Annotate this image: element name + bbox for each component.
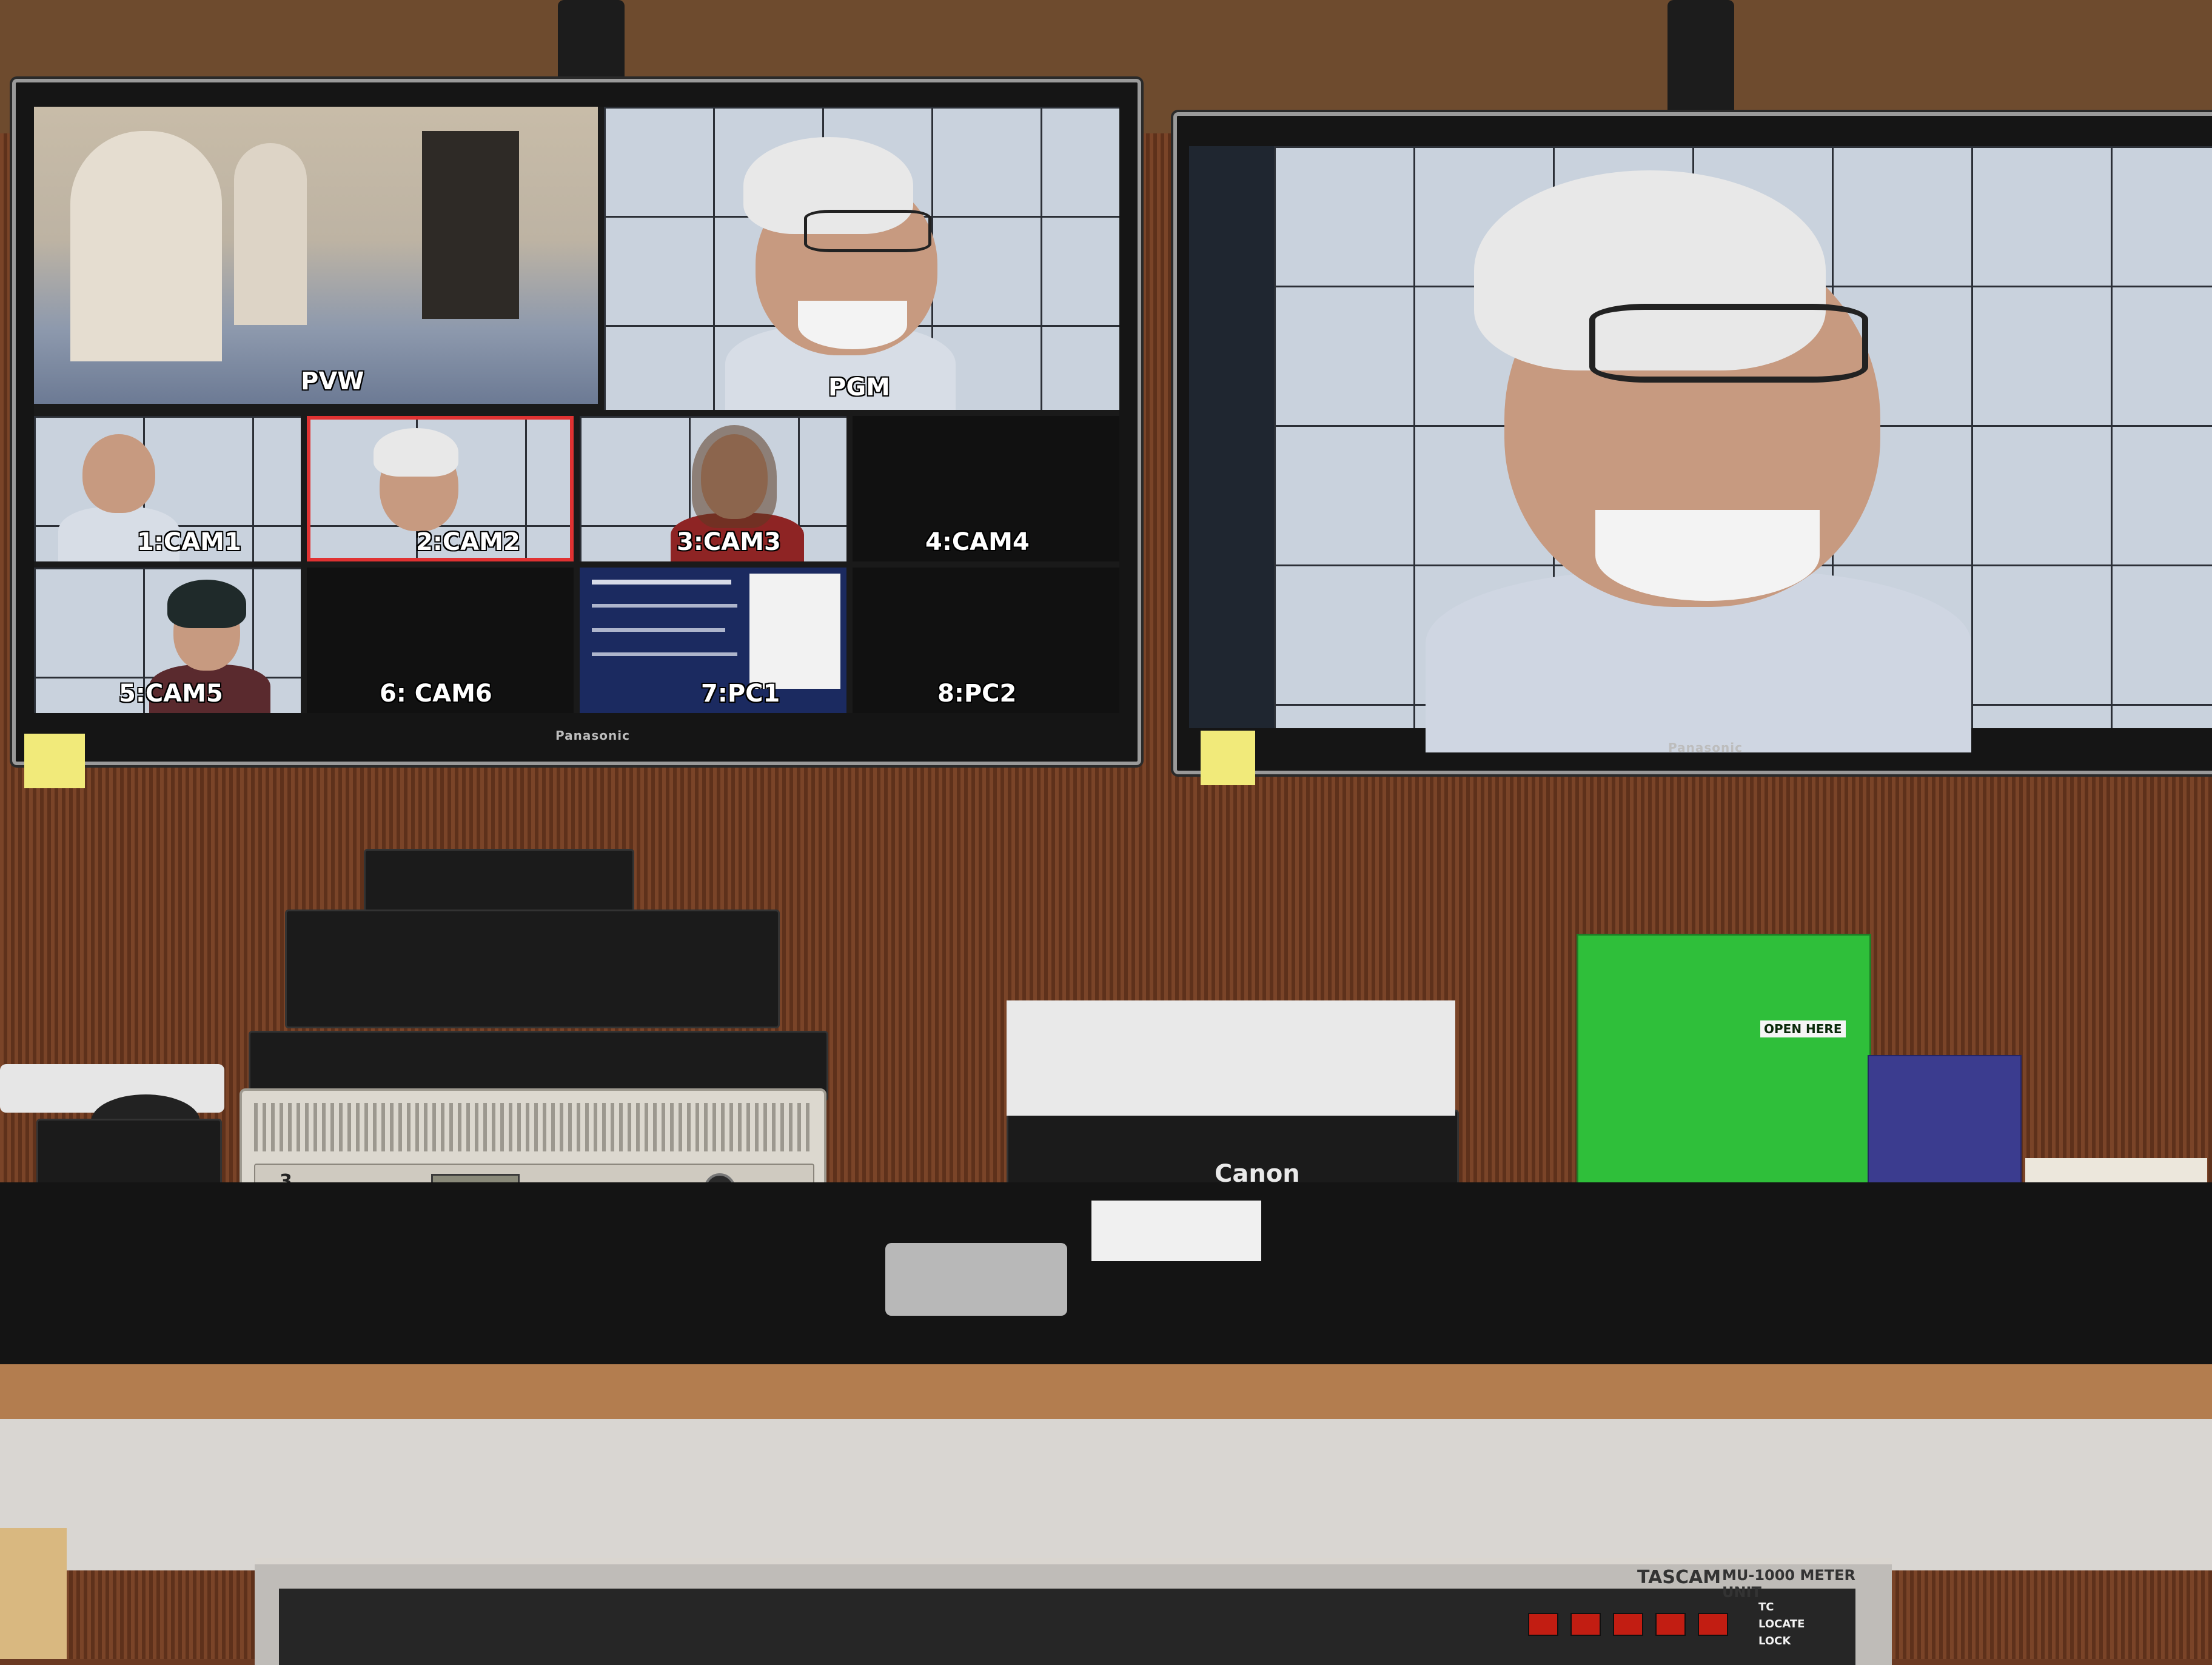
console-brand: TASCAM: [1637, 1567, 1721, 1588]
multiviewer-screen: PVW PGM 1:CAM1 2:CAM2 3:CAM3 4:CAM4 5:CA…: [34, 107, 1119, 713]
meter-digit: [1613, 1613, 1643, 1636]
tile-label-cam5: 5:CAM5: [119, 680, 223, 708]
monitor-brand-left: Panasonic: [555, 728, 630, 743]
mount-pole-left: [558, 0, 625, 91]
tile-cam3[interactable]: 3:CAM3: [580, 416, 846, 561]
tile-label-cam4: 4:CAM4: [925, 528, 1030, 556]
pc1-slide-diagram: [749, 574, 840, 689]
tile-label-cam1: 1:CAM1: [137, 528, 241, 556]
console-unit: MU-1000 METER UNIT: [1722, 1567, 1856, 1601]
tile-cam6[interactable]: 6: CAM6: [307, 568, 574, 713]
meter-digit: [1528, 1613, 1558, 1636]
pc1-slide-line: [592, 580, 731, 585]
rack-vent: [254, 1103, 812, 1151]
tile-cam1[interactable]: 1:CAM1: [34, 416, 301, 561]
face-mask: [798, 301, 907, 349]
tile-label-pgm: PGM: [828, 374, 890, 401]
sticky-note-right: [1201, 731, 1255, 785]
cam5-hair: [167, 580, 246, 628]
multiviewer-monitor: PVW PGM 1:CAM1 2:CAM2 3:CAM3 4:CAM4 5:CA…: [12, 79, 1141, 765]
under-desk-area: [0, 1419, 2212, 1570]
cam2-hair: [374, 428, 458, 477]
monitor-brand-right: Panasonic: [1668, 740, 1743, 755]
window-grille: [422, 131, 519, 319]
indicator-tc: TC: [1758, 1601, 1774, 1613]
paper-pile: [1007, 1000, 1455, 1116]
tile-label-cam2: 2:CAM2: [416, 528, 520, 556]
program-monitor: Panasonic: [1173, 112, 2212, 774]
indicator-lock: LOCK: [1758, 1635, 1791, 1647]
tile-cam5[interactable]: 5:CAM5: [34, 568, 301, 713]
card-reader: [885, 1243, 1067, 1316]
tile-label-pvw: PVW: [301, 367, 364, 395]
tile-pc1[interactable]: 7:PC1: [580, 568, 846, 713]
sticky-note-left: [24, 734, 85, 788]
desk-edge: [0, 1364, 2212, 1419]
meter-digit: [1570, 1613, 1601, 1636]
tile-label-cam6: 6: CAM6: [380, 680, 492, 708]
indicator-locate: LOCATE: [1758, 1618, 1805, 1630]
arch-mid: [234, 143, 307, 325]
pc1-slide-line: [592, 604, 737, 608]
tile-pc2[interactable]: 8:PC2: [853, 568, 1119, 713]
wooden-box: [0, 1528, 67, 1659]
media-recorder: [285, 910, 780, 1028]
program-face-mask: [1595, 510, 1820, 601]
program-screen-border: [1189, 146, 1274, 728]
tape-cassettes: [1091, 1201, 1261, 1261]
mixing-console: TASCAM MU-1000 METER UNIT TC LOCATE LOCK: [255, 1558, 1892, 1665]
box-label: OPEN HERE: [1760, 1020, 1846, 1037]
arch-left: [70, 131, 222, 361]
cam3-hair: [692, 425, 777, 528]
meter-digit: [1698, 1613, 1728, 1636]
tile-pvw[interactable]: PVW: [34, 107, 598, 404]
tile-cam2[interactable]: 2:CAM2: [307, 416, 574, 561]
pc1-slide-line: [592, 628, 725, 632]
mount-pole-right: [1667, 0, 1734, 121]
program-screen: [1274, 146, 2212, 752]
tile-label-cam3: 3:CAM3: [677, 528, 781, 556]
meter-digit: [1655, 1613, 1686, 1636]
tile-label-pc1: 7:PC1: [701, 680, 780, 708]
tile-label-pc2: 8:PC2: [937, 680, 1017, 708]
pc1-slide-line: [592, 652, 737, 656]
cam1-face: [82, 434, 155, 513]
tile-cam4[interactable]: 4:CAM4: [853, 416, 1119, 561]
program-glasses: [1589, 304, 1868, 383]
person-glasses: [804, 210, 931, 252]
meter-bridge: TASCAM MU-1000 METER UNIT TC LOCATE LOCK: [279, 1567, 1855, 1665]
tile-pgm[interactable]: PGM: [604, 107, 1119, 410]
